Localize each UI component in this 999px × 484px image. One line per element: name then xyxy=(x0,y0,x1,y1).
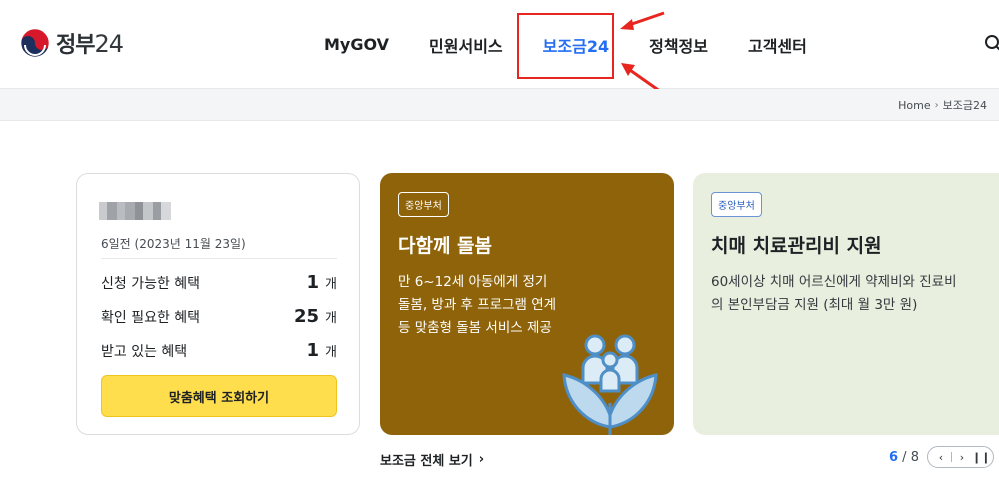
stat-label: 신청 가능한 혜택 xyxy=(101,276,201,292)
banner-card[interactable]: 중앙부처 치매 치료관리비 지원 60세이상 치매 어르신에게 약제비와 진료비… xyxy=(693,173,999,435)
pause-icon[interactable]: ❙❙ xyxy=(972,451,990,464)
stat-available[interactable]: 신청 가능한 혜택 1개 xyxy=(101,272,337,293)
divider xyxy=(950,452,952,462)
custom-benefit-search-button[interactable]: 맞춤혜택 조회하기 xyxy=(101,375,337,417)
banner-desc-line: 60세이상 치매 어르신에게 약제비와 진료비 xyxy=(711,274,957,290)
category-badge: 중앙부처 xyxy=(711,192,762,217)
last-visit-text: 6일전 (2023년 11월 23일) xyxy=(101,237,246,251)
stat-label: 확인 필요한 혜택 xyxy=(101,310,201,326)
blurred-user-name xyxy=(99,202,171,220)
breadcrumb-current: 보조금24 xyxy=(942,99,987,112)
search-icon[interactable] xyxy=(984,34,999,54)
divider xyxy=(101,258,337,259)
banner-desc-line: 만 6~12세 아동에게 정기 xyxy=(398,274,548,290)
stat-value: 1 xyxy=(306,340,320,361)
nav-civil-service[interactable]: 민원서비스 xyxy=(429,33,503,57)
site-header: 정부24 MyGOV 민원서비스 보조금24 정책정보 고객센터 xyxy=(0,0,999,96)
nav-policy[interactable]: 정책정보 xyxy=(649,33,708,57)
stat-value: 25 xyxy=(293,306,320,327)
nav-customer-center[interactable]: 고객센터 xyxy=(748,33,807,57)
carousel-controls: ‹ › ❙❙ xyxy=(926,446,994,468)
breadcrumb: Home › 보조금24 xyxy=(898,97,987,113)
nav-mygov[interactable]: MyGOV xyxy=(324,35,389,54)
stat-receiving[interactable]: 받고 있는 혜택 1개 xyxy=(101,340,337,361)
site-logo[interactable]: 정부24 xyxy=(20,27,124,59)
stat-value: 1 xyxy=(306,272,320,293)
banner-title: 다함께 돌봄 xyxy=(398,235,493,257)
stat-label: 받고 있는 혜택 xyxy=(101,344,188,360)
next-icon[interactable]: › xyxy=(954,451,970,464)
breadcrumb-home[interactable]: Home xyxy=(898,99,930,112)
carousel-pager: 6 / 8 ‹ › ❙❙ xyxy=(889,446,994,468)
category-badge: 중앙부처 xyxy=(398,192,449,217)
page-indicator: 6 / 8 xyxy=(889,449,919,465)
stat-needs-check[interactable]: 확인 필요한 혜택 25 개 xyxy=(101,306,337,327)
prev-icon[interactable]: ‹ xyxy=(933,451,949,464)
banner-description: 60세이상 치매 어르신에게 약제비와 진료비 의 본인부담금 지원 (최대 월… xyxy=(711,271,971,317)
taegeuk-logo-icon xyxy=(20,28,50,58)
banner-desc-line: 의 본인부담금 지원 (최대 월 3만 원) xyxy=(711,297,918,313)
chevron-right-icon: › xyxy=(478,452,485,467)
banner-title: 치매 치료관리비 지원 xyxy=(711,235,882,257)
stat-unit: 개 xyxy=(325,311,337,326)
banner-desc-line: 돌봄, 방과 후 프로그램 연계 xyxy=(398,297,557,313)
family-care-illustration-icon xyxy=(562,334,658,435)
main-nav: MyGOV 민원서비스 보조금24 정책정보 고객센터 xyxy=(324,0,847,89)
stat-unit: 개 xyxy=(325,277,337,292)
logo-text: 정부24 xyxy=(56,30,124,58)
chevron-right-icon: › xyxy=(934,99,939,111)
stat-unit: 개 xyxy=(325,345,337,360)
view-all-subsidies-link[interactable]: 보조금 전체 보기 › xyxy=(380,450,484,469)
view-all-label: 보조금 전체 보기 xyxy=(380,454,473,469)
nav-subsidy[interactable]: 보조금24 xyxy=(543,33,609,57)
profile-card: 6일전 (2023년 11월 23일) 신청 가능한 혜택 1개 확인 필요한 … xyxy=(76,173,360,435)
banner-card[interactable]: 중앙부처 다함께 돌봄 만 6~12세 아동에게 정기 돌봄, 방과 후 프로그… xyxy=(380,173,674,435)
breadcrumb-band: Home › 보조금24 xyxy=(0,89,999,121)
